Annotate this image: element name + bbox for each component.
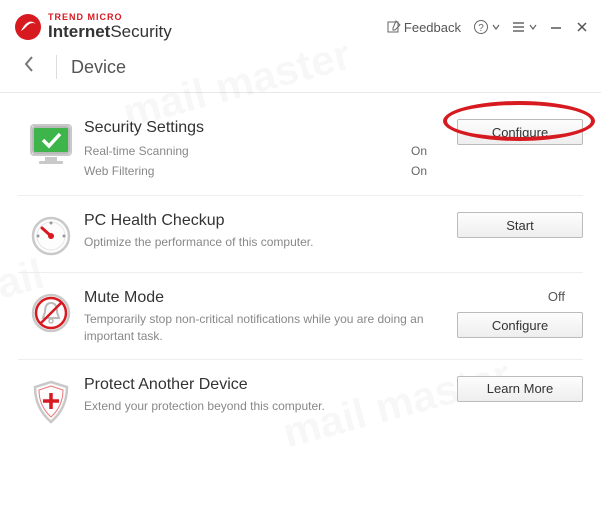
section-mute-mode: Mute Mode Temporarily stop non-critical … [18, 273, 583, 360]
section-protect-device: Protect Another Device Extend your prote… [18, 360, 583, 440]
minimize-icon [549, 20, 563, 34]
help-icon: ? [473, 19, 489, 35]
brand-product: InternetSecurity [48, 23, 172, 42]
health-title: PC Health Checkup [84, 212, 441, 230]
mute-status: Off [548, 289, 583, 306]
protect-title: Protect Another Device [84, 376, 441, 394]
mute-desc: Temporarily stop non-critical notificati… [84, 311, 441, 345]
health-desc: Optimize the performance of this compute… [84, 234, 441, 251]
page-title: Device [71, 57, 126, 78]
minimize-button[interactable] [549, 20, 563, 34]
svg-text:?: ? [478, 23, 484, 34]
setting-row-realtime: Real-time Scanning On [84, 141, 441, 161]
feedback-link[interactable]: Feedback [387, 20, 461, 35]
brand-logo: TREND MICRO InternetSecurity [14, 13, 172, 42]
mute-bell-icon [29, 291, 73, 335]
chevron-down-icon [529, 23, 537, 31]
learn-more-button[interactable]: Learn More [457, 376, 583, 402]
divider [56, 55, 57, 79]
chevron-down-icon [492, 23, 500, 31]
titlebar: TREND MICRO InternetSecurity Feedback ? [0, 0, 601, 46]
shield-plus-icon [29, 378, 73, 426]
trend-micro-logo-icon [14, 13, 42, 41]
setting-label: Web Filtering [84, 164, 411, 178]
back-button[interactable] [16, 52, 42, 82]
setting-label: Real-time Scanning [84, 144, 411, 158]
section-security-settings: Security Settings Real-time Scanning On … [18, 103, 583, 196]
section-health-checkup: PC Health Checkup Optimize the performan… [18, 196, 583, 273]
hamburger-icon [512, 20, 526, 34]
help-menu[interactable]: ? [473, 19, 500, 35]
feedback-icon [387, 20, 401, 34]
gauge-icon [29, 214, 73, 258]
configure-mute-button[interactable]: Configure [457, 312, 583, 338]
close-icon [575, 20, 589, 34]
security-settings-title: Security Settings [84, 119, 441, 137]
protect-desc: Extend your protection beyond this compu… [84, 398, 441, 415]
content: Security Settings Real-time Scanning On … [0, 93, 601, 440]
chevron-left-icon [22, 54, 36, 74]
subheader: Device [0, 46, 601, 93]
setting-value: On [411, 164, 441, 178]
setting-row-webfiltering: Web Filtering On [84, 161, 441, 181]
monitor-shield-icon [27, 121, 75, 169]
mute-title: Mute Mode [84, 289, 441, 307]
hamburger-menu[interactable] [512, 20, 537, 34]
configure-security-button[interactable]: Configure [457, 119, 583, 145]
setting-value: On [411, 144, 441, 158]
start-health-button[interactable]: Start [457, 212, 583, 238]
close-button[interactable] [575, 20, 589, 34]
